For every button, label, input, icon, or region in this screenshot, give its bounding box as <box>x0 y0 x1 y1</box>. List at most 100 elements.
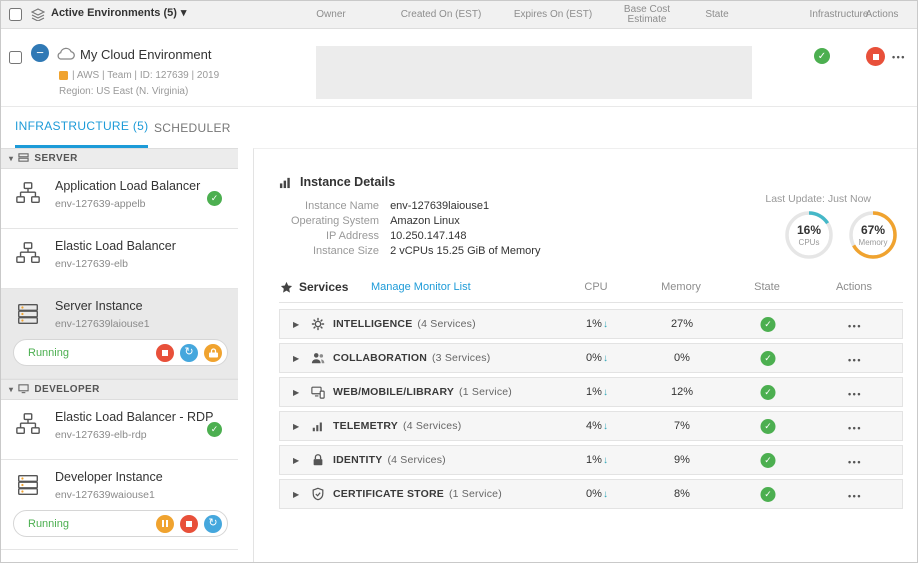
service-row-telemetry[interactable]: ▶ TELEMETRY(4 Services) 4%↓ 7% ✓ ••• <box>279 411 903 441</box>
trend-down-icon: ↓ <box>603 421 608 432</box>
service-actions-menu[interactable]: ••• <box>848 457 862 467</box>
service-actions-menu[interactable]: ••• <box>848 355 862 365</box>
section-title-developer: DEVELOPER <box>34 384 99 395</box>
sidebar-section-server[interactable]: ▾ SERVER <box>1 148 238 169</box>
expand-row-icon[interactable]: ▶ <box>293 320 299 329</box>
column-actions: Actions <box>836 281 872 293</box>
memory-gauge: 67% Memory <box>846 208 900 262</box>
developer-section-icon <box>18 383 29 397</box>
service-row-web-mobile-library[interactable]: ▶ WEB/MOBILE/LIBRARY(1 Service) 1%↓ 12% … <box>279 377 903 407</box>
service-row-identity[interactable]: ▶ IDENTITY(4 Services) 1%↓ 9% ✓ ••• <box>279 445 903 475</box>
minus-icon: − <box>36 45 44 60</box>
server-instance-icon <box>13 470 43 501</box>
lock-instance-button[interactable] <box>204 344 222 362</box>
service-cpu-value: 4%↓ <box>586 420 608 432</box>
item-title: Application Load Balancer <box>55 179 200 193</box>
cpu-gauge: 16% CPUs <box>782 208 836 262</box>
detail-instance-size: Instance Size 2 vCPUs 15.25 GiB of Memor… <box>279 245 540 257</box>
services-table: ▶ INTELLIGENCE(4 Services) 1%↓ 27% ✓ •••… <box>279 309 903 513</box>
collapse-environment-button[interactable]: − <box>31 44 49 62</box>
stop-icon <box>186 521 192 527</box>
stop-environment-button[interactable] <box>866 47 885 66</box>
running-status-label: Running <box>28 518 150 530</box>
load-balancer-icon <box>13 179 43 210</box>
stop-instance-button[interactable] <box>156 344 174 362</box>
active-environments-label: Active Environments (5) <box>51 7 177 19</box>
item-id: env-127639-elb <box>55 258 176 270</box>
service-actions-menu[interactable]: ••• <box>848 321 862 331</box>
sidebar-item-developer-instance[interactable]: Developer Instance env-127639waiouse1 Ru… <box>1 460 238 550</box>
service-row-collaboration[interactable]: ▶ COLLABORATION(3 Services) 0%↓ 0% ✓ ••• <box>279 343 903 373</box>
sync-icon: ↻ <box>208 518 217 529</box>
expand-row-icon[interactable]: ▶ <box>293 490 299 499</box>
state-ok-icon: ✓ <box>761 419 776 434</box>
manage-monitor-list-link[interactable]: Manage Monitor List <box>371 281 471 293</box>
service-cpu-value: 1%↓ <box>586 318 608 330</box>
expand-row-icon[interactable]: ▶ <box>293 354 299 363</box>
environment-actions-menu[interactable]: ••• <box>892 52 906 62</box>
state-ok-icon: ✓ <box>761 351 776 366</box>
sidebar-item-server-instance[interactable]: Server Instance env-127639laiouse1 Runni… <box>1 289 238 379</box>
cpu-gauge-value: 16% <box>797 223 821 237</box>
service-cpu-value: 1%↓ <box>586 386 608 398</box>
server-instance-icon <box>13 299 43 330</box>
sidebar-item-elastic-load-balancer-rdp[interactable]: Elastic Load Balancer - RDP env-127639-e… <box>1 400 238 460</box>
cpu-gauge-label: CPUs <box>799 238 820 247</box>
item-title: Elastic Load Balancer <box>55 239 176 253</box>
server-instance-status-pill: Running ↻ <box>13 339 228 366</box>
trend-down-icon: ↓ <box>603 353 608 364</box>
people-icon <box>311 351 325 370</box>
expand-row-icon[interactable]: ▶ <box>293 422 299 431</box>
infrastructure-sidebar: ▾ SERVER Application Load Balancer env-1… <box>1 148 238 562</box>
item-id: env-127639laiouse1 <box>55 318 150 330</box>
expand-row-icon[interactable]: ▶ <box>293 388 299 397</box>
column-created-on: Created On (EST) <box>401 9 482 20</box>
column-memory: Memory <box>661 281 701 293</box>
service-name: IDENTITY(4 Services) <box>333 454 446 466</box>
service-actions-menu[interactable]: ••• <box>848 423 862 433</box>
sidebar-item-elastic-load-balancer[interactable]: Elastic Load Balancer env-127639-elb <box>1 229 238 289</box>
column-owner: Owner <box>316 9 345 20</box>
lock-icon <box>209 348 218 358</box>
state-ok-icon: ✓ <box>761 385 776 400</box>
service-name: TELEMETRY(4 Services) <box>333 420 461 432</box>
section-collapse-caret-icon: ▾ <box>9 385 13 394</box>
stop-instance-button[interactable] <box>180 515 198 533</box>
gear-icon <box>311 317 325 336</box>
item-title: Elastic Load Balancer - RDP <box>55 410 213 424</box>
pause-icon <box>162 520 164 527</box>
environment-row: − My Cloud Environment | AWS | Team | ID… <box>1 29 917 107</box>
pause-instance-button[interactable] <box>156 515 174 533</box>
environment-manager-window: Active Environments (5) ▾ Owner Created … <box>0 0 918 563</box>
expand-row-icon[interactable]: ▶ <box>293 456 299 465</box>
environments-header-bar: Active Environments (5) ▾ Owner Created … <box>1 1 917 29</box>
devices-icon <box>311 385 325 404</box>
tab-infrastructure[interactable]: INFRASTRUCTURE (5) <box>15 107 148 148</box>
server-section-icon <box>18 152 29 166</box>
sync-instance-button[interactable]: ↻ <box>180 344 198 362</box>
load-balancer-icon <box>13 239 43 270</box>
instance-details-title: Instance Details <box>300 175 395 189</box>
caret-down-icon: ▾ <box>181 6 187 19</box>
service-row-certificate-store[interactable]: ▶ CERTIFICATE STORE(1 Service) 0%↓ 8% ✓ … <box>279 479 903 509</box>
running-status-label: Running <box>28 347 150 359</box>
sync-instance-button[interactable]: ↻ <box>204 515 222 533</box>
item-id: env-127639-elb-rdp <box>55 429 213 441</box>
environment-checkbox[interactable] <box>9 51 22 64</box>
trend-down-icon: ↓ <box>603 489 608 500</box>
select-all-checkbox[interactable] <box>9 8 22 21</box>
service-row-intelligence[interactable]: ▶ INTELLIGENCE(4 Services) 1%↓ 27% ✓ ••• <box>279 309 903 339</box>
last-update-label: Last Update: Just Now <box>765 193 871 205</box>
tab-scheduler[interactable]: SCHEDULER <box>154 107 231 148</box>
column-expires-on: Expires On (EST) <box>514 9 592 20</box>
service-actions-menu[interactable]: ••• <box>848 389 862 399</box>
signal-bars-icon <box>311 419 325 438</box>
stop-icon <box>162 350 168 356</box>
service-actions-menu[interactable]: ••• <box>848 491 862 501</box>
sidebar-section-developer[interactable]: ▾ DEVELOPER <box>1 379 238 400</box>
state-ok-icon: ✓ <box>207 191 222 206</box>
service-memory-value: 9% <box>674 454 690 466</box>
lock-icon <box>311 453 325 472</box>
sidebar-item-application-load-balancer[interactable]: Application Load Balancer env-127639-app… <box>1 169 238 229</box>
active-environments-dropdown[interactable]: Active Environments (5) ▾ <box>51 6 186 19</box>
